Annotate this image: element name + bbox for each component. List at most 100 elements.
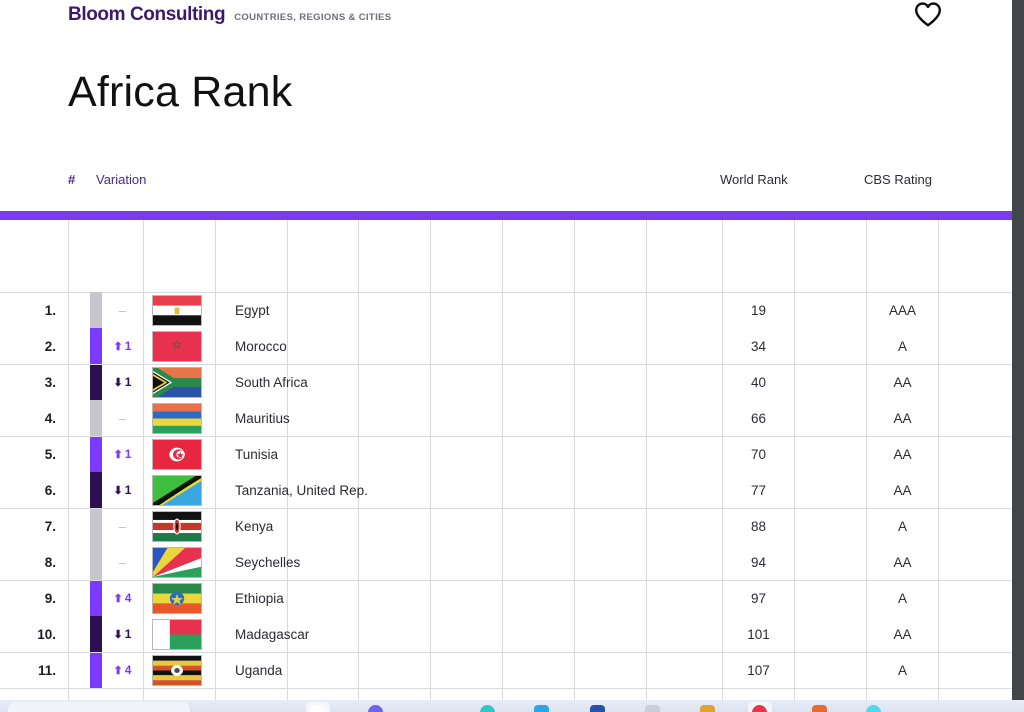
variation-indicator-bar bbox=[90, 364, 102, 400]
brand-name: Bloom Consulting bbox=[68, 4, 226, 25]
row-world-rank: 101 bbox=[747, 626, 770, 642]
variation-indicator-bar bbox=[90, 544, 102, 580]
row-cbs-rating: AA bbox=[893, 626, 912, 642]
row-world-rank: 40 bbox=[750, 374, 767, 390]
table-row[interactable]: 4. – Mauritius 66 AA bbox=[0, 400, 1012, 436]
row-world-rank: 88 bbox=[750, 518, 767, 534]
taskbar-icon-explorer[interactable] bbox=[590, 705, 605, 712]
row-country-name[interactable]: Madagascar bbox=[235, 627, 309, 642]
row-variation: ⬆ 4 bbox=[102, 580, 143, 616]
row-cbs-rating: AA bbox=[893, 374, 912, 390]
row-rank: 2. bbox=[44, 338, 56, 354]
flag-south-africa-icon bbox=[152, 366, 202, 398]
table-row[interactable]: 11. ⬆ 4 Uganda 107 A bbox=[0, 652, 1012, 688]
row-cbs-rating: AA bbox=[893, 410, 912, 426]
country-flag bbox=[152, 401, 204, 435]
row-country-name[interactable]: Mauritius bbox=[235, 411, 290, 426]
table-row[interactable]: 10. ⬇ 1 Madagascar 101 AA bbox=[0, 616, 1012, 652]
taskbar-icon-start[interactable] bbox=[310, 705, 325, 712]
row-variation: ⬆ 1 bbox=[102, 436, 143, 472]
accent-divider bbox=[0, 211, 1012, 220]
taskbar-icon-cyan-app[interactable] bbox=[866, 705, 881, 712]
taskbar-icon-teal-app[interactable] bbox=[480, 705, 495, 712]
row-variation: ⬇ 1 bbox=[102, 616, 143, 652]
table-row[interactable]: 6. ⬇ 1 Tanzania, United Rep. 77 AA bbox=[0, 472, 1012, 508]
arrow-up-icon: ⬆ bbox=[113, 592, 123, 605]
favorite-button[interactable] bbox=[911, 2, 945, 32]
taskbar-icon-copilot[interactable] bbox=[368, 705, 383, 712]
taskbar-icon-folder[interactable] bbox=[700, 705, 715, 712]
row-world-rank: 34 bbox=[750, 338, 767, 354]
row-country-name[interactable]: Kenya bbox=[235, 519, 273, 534]
column-header-cbs-rating[interactable]: CBS Rating bbox=[864, 172, 932, 187]
row-world-rank: 94 bbox=[750, 554, 767, 570]
row-rank: 9. bbox=[44, 590, 56, 606]
row-rank: 6. bbox=[44, 482, 56, 498]
table-row[interactable]: 2. ⬆ 1 Morocco 34 A bbox=[0, 328, 1012, 364]
column-header-variation[interactable]: Variation bbox=[96, 172, 146, 187]
row-rank: 5. bbox=[44, 446, 56, 462]
taskbar-icon-blue-app[interactable] bbox=[534, 705, 549, 712]
table-row[interactable]: 5. ⬆ 1 Tunisia 70 AA bbox=[0, 436, 1012, 472]
flag-mauritius-icon bbox=[152, 402, 202, 434]
row-world-rank: 66 bbox=[750, 410, 767, 426]
variation-value: 1 bbox=[124, 339, 132, 353]
row-variation: – bbox=[118, 554, 127, 570]
flag-kenya-icon bbox=[152, 510, 202, 542]
grid-row-line bbox=[0, 436, 1012, 437]
variation-indicator-bar bbox=[90, 400, 102, 436]
brand-logo[interactable]: Bloom Consulting COUNTRIES, REGIONS & CI… bbox=[68, 4, 391, 26]
country-flag bbox=[152, 293, 204, 327]
flag-uganda-icon bbox=[152, 654, 202, 686]
os-taskbar[interactable] bbox=[0, 700, 1024, 712]
row-country-name[interactable]: Ethiopia bbox=[235, 591, 284, 606]
table-row[interactable]: 8. – Seychelles 94 AA bbox=[0, 544, 1012, 580]
arrow-up-icon: ⬆ bbox=[113, 340, 123, 353]
flag-morocco-icon bbox=[152, 330, 202, 362]
country-flag bbox=[152, 617, 204, 651]
variation-value: 1 bbox=[124, 447, 132, 461]
page-title: Africa Rank bbox=[68, 68, 293, 116]
row-country-name[interactable]: Tanzania, United Rep. bbox=[235, 483, 368, 498]
country-flag bbox=[152, 437, 204, 471]
row-cbs-rating: AA bbox=[893, 446, 912, 462]
table-row[interactable]: 3. ⬇ 1 South Africa 40 AA bbox=[0, 364, 1012, 400]
row-rank: 4. bbox=[44, 410, 56, 426]
column-header-hash[interactable]: # bbox=[68, 172, 75, 187]
table-header-labels: # Variation World Rank CBS Rating bbox=[0, 172, 1012, 196]
row-rank: 1. bbox=[44, 302, 56, 318]
row-cbs-rating: A bbox=[897, 590, 907, 606]
table-row[interactable]: 7. – Kenya 88 A bbox=[0, 508, 1012, 544]
taskbar-icon-orange-app[interactable] bbox=[812, 705, 827, 712]
flag-tunisia-icon bbox=[152, 438, 202, 470]
table-row[interactable]: 9. ⬆ 4 Ethiopia 97 A bbox=[0, 580, 1012, 616]
row-variation: – bbox=[118, 302, 127, 318]
variation-indicator-bar bbox=[90, 436, 102, 472]
row-cbs-rating: AAA bbox=[888, 302, 916, 318]
row-country-name[interactable]: Seychelles bbox=[235, 555, 300, 570]
variation-value: 4 bbox=[124, 591, 132, 605]
heart-icon bbox=[914, 2, 942, 32]
taskbar-search-box[interactable] bbox=[8, 702, 190, 712]
row-variation: ⬇ 1 bbox=[102, 364, 143, 400]
row-cbs-rating: A bbox=[897, 518, 907, 534]
country-flag bbox=[152, 509, 204, 543]
row-country-name[interactable]: Uganda bbox=[235, 663, 282, 678]
row-variation: ⬆ 4 bbox=[102, 652, 143, 688]
country-flag bbox=[152, 581, 204, 615]
row-cbs-rating: A bbox=[897, 338, 907, 354]
column-header-world-rank[interactable]: World Rank bbox=[720, 172, 788, 187]
row-variation: ⬆ 1 bbox=[102, 328, 143, 364]
row-country-name[interactable]: Morocco bbox=[235, 339, 287, 354]
taskbar-icon-mail[interactable] bbox=[645, 705, 660, 712]
brand-tagline: COUNTRIES, REGIONS & CITIES bbox=[234, 12, 392, 23]
row-country-name[interactable]: Egypt bbox=[235, 303, 270, 318]
flag-egypt-icon bbox=[152, 294, 202, 326]
table-row[interactable]: 1. – Egypt 19 AAA bbox=[0, 292, 1012, 328]
row-world-rank: 77 bbox=[750, 482, 767, 498]
row-country-name[interactable]: Tunisia bbox=[235, 447, 278, 462]
row-rank: 7. bbox=[44, 518, 56, 534]
row-world-rank: 70 bbox=[750, 446, 767, 462]
row-country-name[interactable]: South Africa bbox=[235, 375, 308, 390]
arrow-down-icon: ⬇ bbox=[113, 376, 123, 389]
